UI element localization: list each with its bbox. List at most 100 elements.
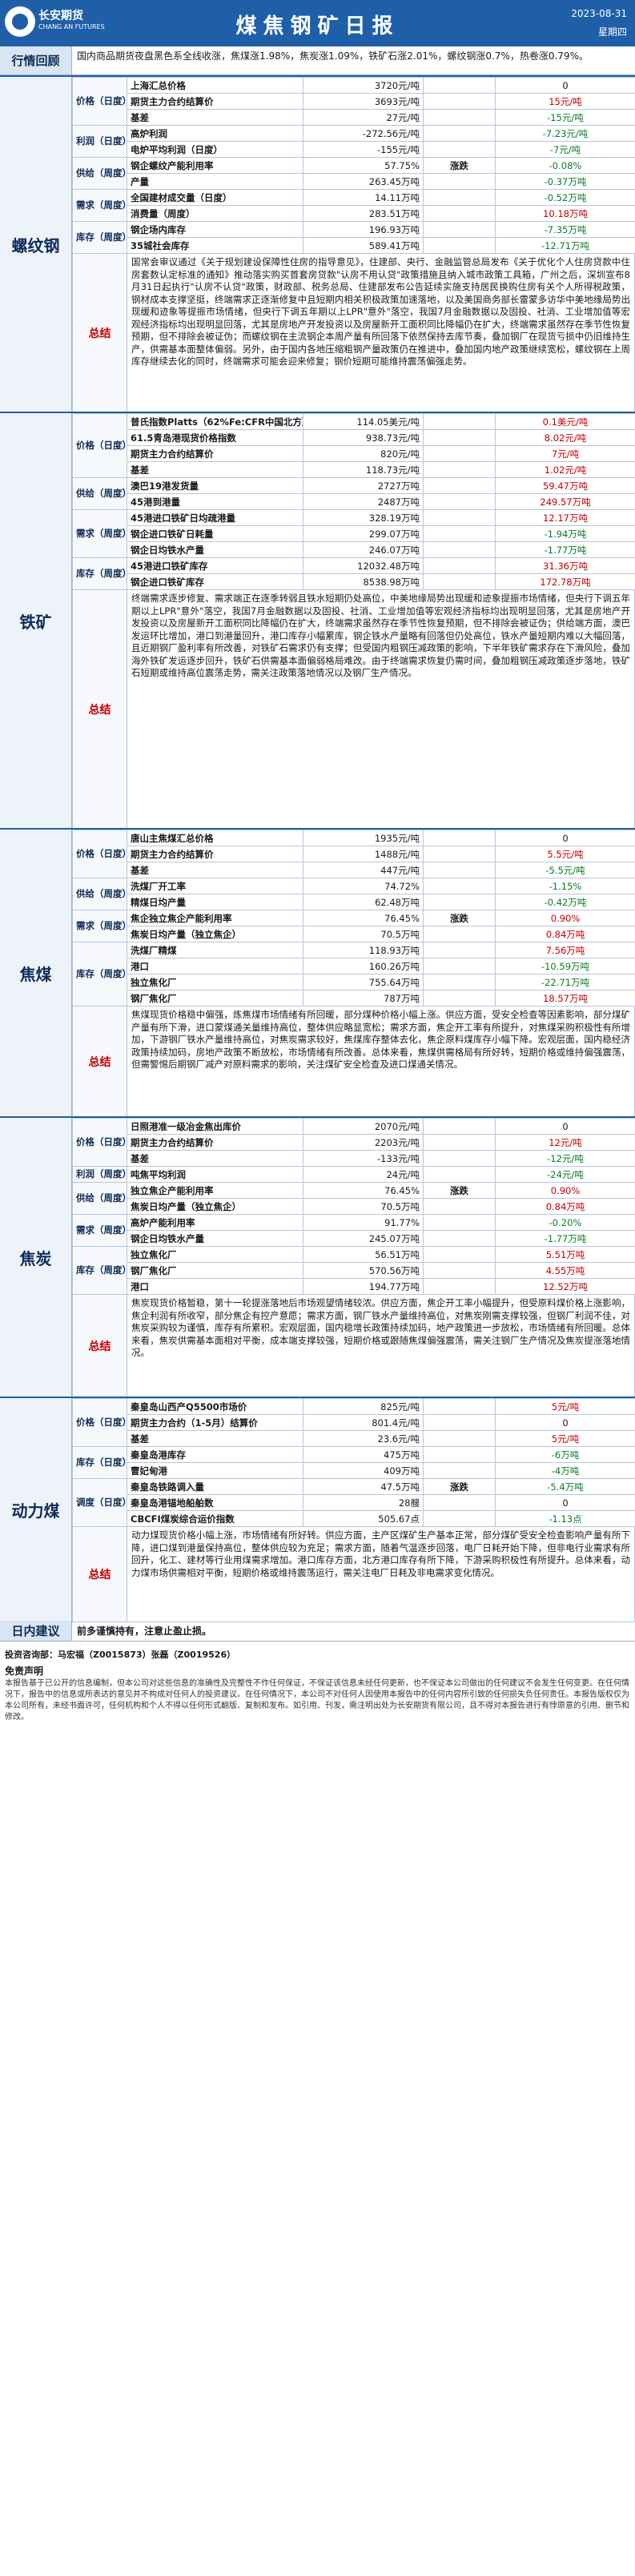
section-4: 动力煤 价格（日度） 秦皇岛山西产Q5500市场价 825元/吨 5元/吨 期货主力合约（…: [0, 1397, 635, 1622]
indicator-table: 价格（日度） 唐山主焦煤汇总价格 1935元/吨 0 期货主力合约结算价 1488元/吨 5…: [72, 830, 635, 1007]
trend-label: [423, 830, 496, 846]
indicator-value: -272.56元/吨: [303, 125, 424, 142]
indicator-name: 澳巴19港发货量: [127, 477, 303, 494]
indicator-value: 755.64万吨: [303, 974, 424, 991]
table-row: 供给（周度） 洗煤厂开工率 74.72% -1.15%: [72, 878, 635, 910]
trend-label: [423, 1278, 496, 1295]
indicator-name: 洗煤厂开工率: [127, 878, 303, 894]
category-cell: 供给（周度）: [72, 477, 127, 510]
indicator-value: 28艘: [303, 1494, 424, 1511]
indicator-name: 洗煤厂精煤: [127, 942, 303, 958]
indicator-change: 10.18万吨: [495, 205, 635, 222]
indicator-name: 曹妃甸港: [127, 1462, 303, 1479]
indicator-value: 409万吨: [303, 1462, 424, 1479]
indicator-name: 期货主力合约结算价: [127, 1134, 303, 1151]
indicator-value: 194.77万吨: [303, 1278, 424, 1295]
table-row: 库存（周度） 钢企场内库存 196.93万吨 -7.35万吨: [72, 221, 635, 254]
trend-label: [423, 1166, 496, 1183]
trend-label: [423, 942, 496, 958]
indicator-change: -5.4万吨: [495, 1478, 635, 1495]
indicator-name: CBCFI煤炭综合运价指数: [127, 1510, 303, 1527]
indicator-value: 505.67点: [303, 1510, 424, 1527]
category-cell: 需求（周度）: [72, 1214, 127, 1247]
indicator-value: 47.5万吨: [303, 1478, 424, 1495]
table-row: 期货主力合约结算价 2203元/吨 12元/吨: [73, 1134, 635, 1151]
indicator-change: -1.77万吨: [495, 1230, 635, 1247]
indicator-change: 7元/吨: [495, 445, 635, 462]
indicator-name: 高炉利润: [127, 125, 303, 142]
trend-label: [423, 493, 496, 510]
indicator-name: 唐山主焦煤汇总价格: [127, 830, 303, 846]
table-row: 基差 27元/吨 -15元/吨: [73, 109, 635, 126]
indicator-name: 精煤日均产量: [127, 894, 303, 910]
indicator-name: 期货主力合约（1-5月）结算价: [127, 1414, 303, 1431]
indicator-change: -1.15%: [495, 878, 635, 894]
report-page: 长安期货 CHANG AN FUTURES 煤焦钢矿日报 2023-08-31 …: [0, 0, 635, 2576]
table-row: 焦炭日均产量（独立焦企） 70.5万吨 0.84万吨: [73, 1198, 635, 1215]
indicator-name: 电炉平均利润（日度）: [127, 141, 303, 158]
table-row: 焦炭日均产量（独立焦企） 70.5万吨 0.84万吨: [73, 926, 635, 942]
section-name: 焦煤: [0, 830, 72, 1116]
market-review-row: 行情回顾 国内商品期货夜盘黑色系全线收涨，焦煤涨1.98%，焦炭涨1.09%，铁…: [0, 46, 635, 75]
table-row: 期货主力合约结算价 1488元/吨 5.5元/吨: [73, 846, 635, 862]
indicator-table: 价格（日度） 上海汇总价格 3720元/吨 0 期货主力合约结算价 3693元/吨 15元/…: [72, 77, 635, 254]
indicator-name: 焦企独立焦企产能利用率: [127, 910, 303, 926]
category-cell: 库存（周度）: [72, 557, 127, 590]
trend-label: [423, 1150, 496, 1167]
section-2: 焦煤 价格（日度） 唐山主焦煤汇总价格 1935元/吨 0 期货主力合约结算价 1488元/…: [0, 828, 635, 1118]
section-summary: 总结 终端需求逐步修复、需求端正在逐季转弱且铁水短期仍处高位，中美地缘局势出现缓和…: [72, 589, 635, 830]
indicator-change: -1.13点: [495, 1510, 635, 1527]
indicator-name: 钢企进口铁矿库存: [127, 573, 303, 590]
trend-label: [423, 461, 496, 478]
indicator-name: 基差: [127, 109, 303, 126]
indicator-change: -0.42万吨: [495, 894, 635, 910]
indicator-change: -0.20%: [495, 1214, 635, 1231]
indicator-name: 45港到港量: [127, 493, 303, 510]
indicator-change: -5.5元/吨: [495, 862, 635, 878]
trend-label: [423, 141, 496, 158]
trend-label: 涨跌: [423, 1182, 496, 1199]
table-row: 期货主力合约（1-5月）结算价 801.4元/吨 0: [73, 1414, 635, 1431]
trend-label: 涨跌: [423, 1478, 496, 1495]
table-row: 钢企日均铁水产量 245.07万吨 -1.77万吨: [73, 1230, 635, 1247]
table-row: 钢企进口铁矿库存 8538.98万吨 172.78万吨: [73, 573, 635, 590]
indicator-name: 基差: [127, 461, 303, 478]
indicator-name: 焦炭日均产量（独立焦企）: [127, 926, 303, 942]
indicator-change: 0: [495, 830, 635, 846]
trend-label: [423, 958, 496, 975]
category-cell: 库存（周度）: [72, 1246, 127, 1295]
indicator-value: 114.05美元/吨: [303, 413, 424, 430]
table-row: 精煤日均产量 62.48万吨 -0.42万吨: [73, 894, 635, 910]
indicator-name: 秦皇岛港库存: [127, 1446, 303, 1463]
table-row: 价格（日度） 上海汇总价格 3720元/吨 0: [72, 77, 635, 126]
table-row: 需求（周度） 高炉产能利用率 91.77% -0.20%: [72, 1214, 635, 1247]
trend-label: [423, 525, 496, 542]
trend-label: [423, 1398, 496, 1415]
indicator-value: 825元/吨: [303, 1398, 424, 1415]
table-row: 价格（日度） 普氏指数Platts（62%Fe:CFR中国北方） 114.05美元/…: [72, 413, 635, 478]
indicator-value: -155元/吨: [303, 141, 424, 158]
indicator-name: 秦皇岛港锚地船舶数: [127, 1494, 303, 1511]
indicator-name: 港口: [127, 1278, 303, 1295]
table-row: 钢企进口铁矿日耗量 299.07万吨 -1.94万吨: [73, 525, 635, 542]
table-row: 库存（周度） 45港进口铁矿库存 12032.48万吨 31.36万吨: [72, 557, 635, 590]
indicator-name: 基差: [127, 1430, 303, 1447]
indicator-name: 全国建材成交量（日度）: [127, 189, 303, 206]
summary-text: 终端需求逐步修复、需求端正在逐季转弱且铁水短期仍处高位，中美地缘局势出现缓和迹象…: [131, 593, 630, 678]
trend-label: [423, 429, 496, 446]
indicator-value: 27元/吨: [303, 109, 424, 126]
table-row: 库存（日度） 秦皇岛港库存 475万吨 -6万吨: [72, 1446, 635, 1479]
indicator-name: 产量: [127, 173, 303, 190]
category-cell: 库存（周度）: [72, 221, 127, 254]
indicator-value: 118.73元/吨: [303, 461, 424, 478]
indicator-change: 18.57万吨: [495, 990, 635, 1007]
section-summary: 总结 焦煤现货价格稳中偏强，炼焦煤市场情绪有所回暖，部分煤种价格小幅上涨。供应方面…: [72, 1006, 635, 1118]
indicator-value: 589.41万吨: [303, 237, 424, 254]
indicator-value: 160.26万吨: [303, 958, 424, 975]
indicator-name: 普氏指数Platts（62%Fe:CFR中国北方）: [127, 413, 303, 430]
indicator-value: 447元/吨: [303, 862, 424, 878]
indicator-name: 消费量（周度）: [127, 205, 303, 222]
indicator-change: 0.84万吨: [495, 926, 635, 942]
indicator-value: 475万吨: [303, 1446, 424, 1463]
trend-label: [423, 1246, 496, 1263]
